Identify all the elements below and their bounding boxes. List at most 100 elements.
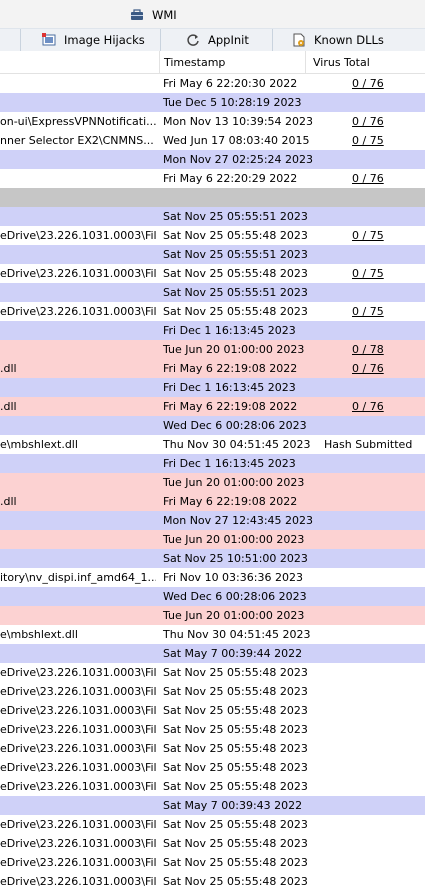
row-virus-total-link[interactable]: 0 / 75 <box>352 134 384 147</box>
table-row[interactable]: Tue Dec 5 10:28:19 2023 <box>0 93 425 112</box>
row-image-path: eDrive\23.226.1031.0003\Fil... <box>0 818 156 831</box>
table-row[interactable]: eDrive\23.226.1031.0003\Fil... Sat Nov 25… <box>0 815 425 834</box>
row-timestamp: Sat Nov 25 05:55:48 2023 <box>163 685 308 698</box>
table-row[interactable] <box>0 188 425 207</box>
table-row[interactable]: Sat Nov 25 05:55:51 2023 <box>0 283 425 302</box>
row-timestamp: Sat Nov 25 05:55:48 2023 <box>163 229 308 242</box>
table-row[interactable]: eDrive\23.226.1031.0003\Fil... Sat Nov 25… <box>0 853 425 872</box>
row-image-path: on-ui\ExpressVPNNotificati... <box>0 115 156 128</box>
row-timestamp: Sat Nov 25 10:51:00 2023 <box>163 552 308 565</box>
table-row[interactable]: eDrive\23.226.1031.0003\Fil... Sat Nov 25… <box>0 777 425 796</box>
second-tab-bar: Image Hijacks AppInit Known DLLs <box>0 28 425 52</box>
row-timestamp: Mon Nov 27 12:43:45 2023 <box>163 514 314 527</box>
tab-appinit[interactable]: AppInit <box>186 31 249 49</box>
table-row[interactable]: Sat Nov 25 05:55:51 2023 <box>0 207 425 226</box>
table-row[interactable]: .dll Fri May 6 22:19:08 2022 0 / 76 <box>0 397 425 416</box>
row-virus-total-link[interactable]: 0 / 76 <box>352 115 384 128</box>
row-virus-total-link[interactable]: 0 / 76 <box>352 77 384 90</box>
table-row[interactable]: eDrive\23.226.1031.0003\Fil... Sat Nov 25… <box>0 834 425 853</box>
row-virus-total-link[interactable]: 0 / 75 <box>352 267 384 280</box>
table-row[interactable]: Tue Jun 20 01:00:00 2023 <box>0 606 425 625</box>
column-divider[interactable] <box>159 51 160 73</box>
table-row[interactable]: eDrive\23.226.1031.0003\Fil... Sat Nov 25… <box>0 739 425 758</box>
table-row[interactable]: Fri Dec 1 16:13:45 2023 <box>0 378 425 397</box>
row-virus-total-link[interactable]: 0 / 76 <box>352 172 384 185</box>
table-row[interactable]: itory\nv_dispi.inf_amd64_1... Fri Nov 10 … <box>0 568 425 587</box>
table-row[interactable]: Wed Dec 6 00:28:06 2023 <box>0 587 425 606</box>
known-dlls-icon <box>292 33 306 47</box>
table-row[interactable]: Fri Dec 1 16:13:45 2023 <box>0 321 425 340</box>
tab-appinit-label: AppInit <box>208 33 249 47</box>
table-row[interactable]: .dll Fri May 6 22:19:08 2022 0 / 76 <box>0 359 425 378</box>
table-row[interactable]: Tue Jun 20 01:00:00 2023 <box>0 530 425 549</box>
row-virus-total-link[interactable]: 0 / 75 <box>352 305 384 318</box>
table-row[interactable]: Sat Nov 25 05:55:51 2023 <box>0 245 425 264</box>
table-row[interactable]: eDrive\23.226.1031.0003\Fil... Sat Nov 25… <box>0 682 425 701</box>
row-timestamp: Sat Nov 25 05:55:48 2023 <box>163 780 308 793</box>
column-header: Timestamp Virus Total <box>0 51 425 74</box>
table-row[interactable]: Fri Dec 1 16:13:45 2023 <box>0 454 425 473</box>
table-row[interactable]: Sat May 7 00:39:43 2022 <box>0 796 425 815</box>
row-timestamp: Sat Nov 25 05:55:48 2023 <box>163 818 308 831</box>
tab-divider <box>160 29 161 51</box>
table-row[interactable]: e\mbshlext.dll Thu Nov 30 04:51:45 2023 <box>0 625 425 644</box>
table-row[interactable]: Fri May 6 22:20:29 2022 0 / 76 <box>0 169 425 188</box>
table-row[interactable]: Mon Nov 27 12:43:45 2023 <box>0 511 425 530</box>
row-timestamp: Fri May 6 22:19:08 2022 <box>163 362 298 375</box>
row-image-path: .dll <box>0 495 17 508</box>
table-row[interactable]: Sat Nov 25 10:51:00 2023 <box>0 549 425 568</box>
table-row[interactable]: Sat May 7 00:39:44 2022 <box>0 644 425 663</box>
row-virus-total-link[interactable]: 0 / 75 <box>352 229 384 242</box>
table-row[interactable]: Wed Dec 6 00:28:06 2023 <box>0 416 425 435</box>
row-image-path: e\mbshlext.dll <box>0 438 78 451</box>
row-timestamp: Tue Jun 20 01:00:00 2023 <box>163 343 305 356</box>
table-row[interactable]: eDrive\23.226.1031.0003\Fil... Sat Nov 25… <box>0 701 425 720</box>
table-row[interactable]: e\mbshlext.dll Thu Nov 30 04:51:45 2023 Ha… <box>0 435 425 454</box>
table-row[interactable]: nner Selector EX2\CNMNS... Wed Jun 17 08:… <box>0 131 425 150</box>
table-row[interactable]: eDrive\23.226.1031.0003\Fil... Sat Nov 25… <box>0 758 425 777</box>
row-timestamp: Sat Nov 25 05:55:51 2023 <box>163 248 308 261</box>
tab-image-hijacks-label: Image Hijacks <box>64 33 145 47</box>
row-image-path: eDrive\23.226.1031.0003\Fil... <box>0 685 156 698</box>
table-row[interactable]: eDrive\23.226.1031.0003\Fil... Sat Nov 25… <box>0 663 425 682</box>
row-virus-total-link[interactable]: 0 / 76 <box>352 400 384 413</box>
table-row[interactable]: eDrive\23.226.1031.0003\Fil... Sat Nov 25… <box>0 226 425 245</box>
row-timestamp: Sat May 7 00:39:43 2022 <box>163 799 303 812</box>
row-image-path: eDrive\23.226.1031.0003\Fil... <box>0 780 156 793</box>
row-timestamp: Fri May 6 22:20:29 2022 <box>163 172 298 185</box>
table-row[interactable]: .dll Fri May 6 22:19:08 2022 <box>0 492 425 511</box>
row-timestamp: Thu Nov 30 04:51:45 2023 <box>163 438 311 451</box>
tab-image-hijacks[interactable]: Image Hijacks <box>42 31 145 49</box>
table-row[interactable]: Tue Jun 20 01:00:00 2023 <box>0 473 425 492</box>
table-row[interactable]: Mon Nov 27 02:25:24 2023 <box>0 150 425 169</box>
top-tab-bar: WMI <box>0 0 425 28</box>
table-row[interactable]: eDrive\23.226.1031.0003\Fil... Sat Nov 25… <box>0 264 425 283</box>
row-timestamp: Tue Jun 20 01:00:00 2023 <box>163 609 305 622</box>
tab-wmi[interactable]: WMI <box>130 6 177 24</box>
row-image-path: eDrive\23.226.1031.0003\Fil... <box>0 666 156 679</box>
table-row[interactable]: eDrive\23.226.1031.0003\Fil... Sat Nov 25… <box>0 720 425 739</box>
table-row[interactable]: eDrive\23.226.1031.0003\Fil... Sat Nov 25… <box>0 302 425 321</box>
tab-divider <box>272 29 273 51</box>
column-header-virus-total[interactable]: Virus Total <box>313 56 370 69</box>
row-timestamp: Sat Nov 25 05:55:48 2023 <box>163 723 308 736</box>
column-divider[interactable] <box>305 51 306 73</box>
table-row[interactable]: on-ui\ExpressVPNNotificati... Mon Nov 13 … <box>0 112 425 131</box>
table-row[interactable]: Tue Jun 20 01:00:00 2023 0 / 78 <box>0 340 425 359</box>
row-timestamp: Fri Dec 1 16:13:45 2023 <box>163 457 296 470</box>
row-image-path: eDrive\23.226.1031.0003\Fil... <box>0 229 156 242</box>
row-timestamp: Fri Nov 10 03:36:36 2023 <box>163 571 303 584</box>
row-image-path: itory\nv_dispi.inf_amd64_1... <box>0 571 156 584</box>
row-virus-total-link[interactable]: 0 / 76 <box>352 362 384 375</box>
column-header-timestamp[interactable]: Timestamp <box>164 56 225 69</box>
row-timestamp: Tue Jun 20 01:00:00 2023 <box>163 533 305 546</box>
tab-known-dlls[interactable]: Known DLLs <box>292 31 384 49</box>
row-image-path: e\mbshlext.dll <box>0 628 78 641</box>
wmi-icon <box>130 8 144 22</box>
row-image-path: eDrive\23.226.1031.0003\Fil... <box>0 875 156 888</box>
table-row[interactable]: eDrive\23.226.1031.0003\Fil... Sat Nov 25… <box>0 872 425 891</box>
row-timestamp: Mon Nov 13 10:39:54 2023 <box>163 115 314 128</box>
row-virus-total-link: Hash Submitted <box>324 438 413 451</box>
table-row[interactable]: Fri May 6 22:20:30 2022 0 / 76 <box>0 74 425 93</box>
row-virus-total-link[interactable]: 0 / 78 <box>352 343 384 356</box>
